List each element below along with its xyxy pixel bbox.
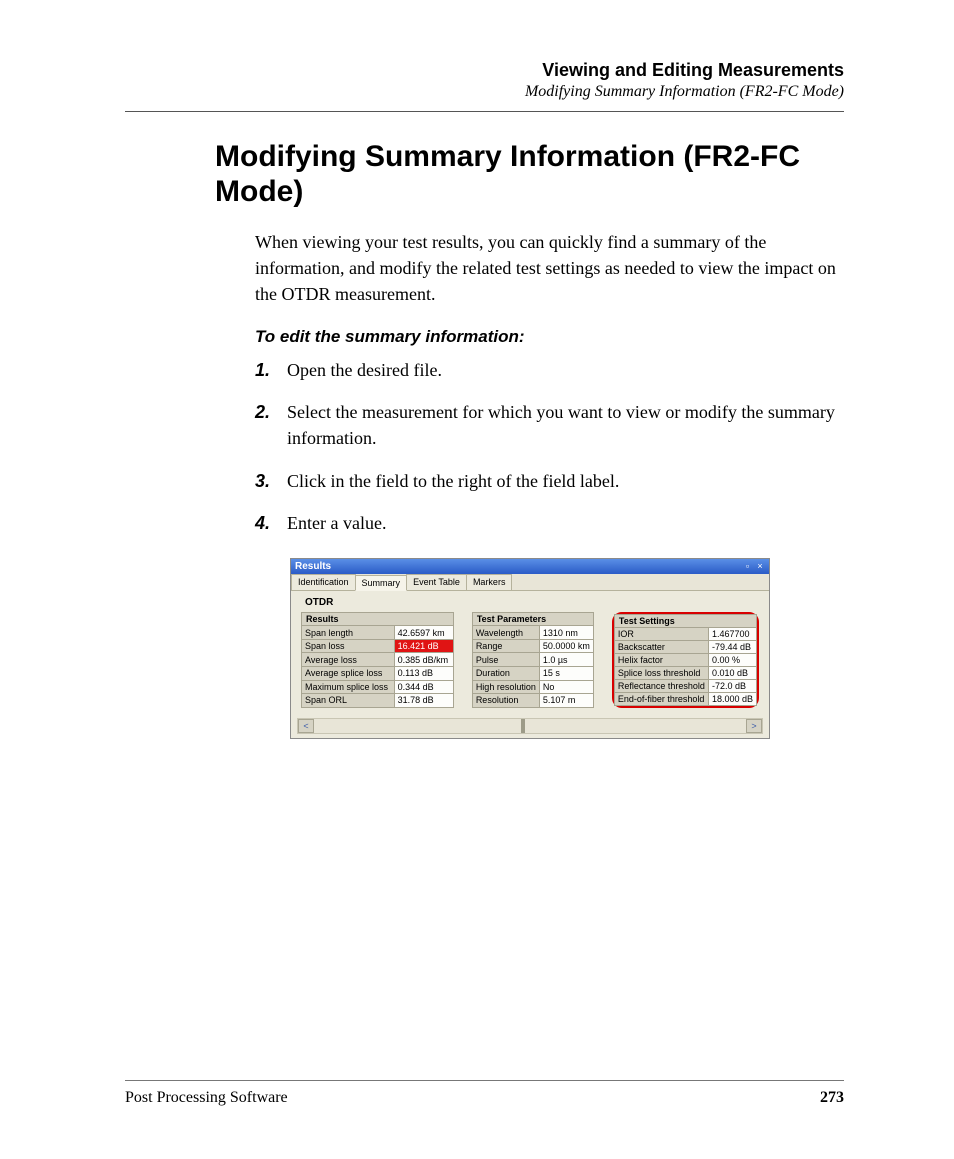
table-row: Average splice loss0.113 dB <box>302 667 454 681</box>
results-panel: Results ▫ × Identification Summary Event… <box>290 558 770 739</box>
field-value[interactable]: 1.0 µs <box>539 653 593 667</box>
field-value[interactable]: 0.010 dB <box>708 666 756 679</box>
header-rule <box>125 111 844 112</box>
test-parameters-header: Test Parameters <box>472 612 593 626</box>
step-item: Open the desired file. <box>255 357 844 383</box>
table-row: High resolutionNo <box>472 680 593 694</box>
field-value[interactable]: 15 s <box>539 667 593 681</box>
section-breadcrumb: Modifying Summary Information (FR2-FC Mo… <box>125 83 844 101</box>
table-row: Duration15 s <box>472 667 593 681</box>
field-value[interactable]: 42.6597 km <box>394 626 453 640</box>
table-row: IOR1.467700 <box>614 627 756 640</box>
table-row: Span length42.6597 km <box>302 626 454 640</box>
tab-markers[interactable]: Markers <box>466 574 513 590</box>
running-header: Viewing and Editing Measurements Modifyi… <box>125 60 844 101</box>
field-label: Helix factor <box>614 653 708 666</box>
field-label: IOR <box>614 627 708 640</box>
field-label: End-of-fiber threshold <box>614 692 708 705</box>
chapter-title: Viewing and Editing Measurements <box>125 60 844 81</box>
scroll-left-arrow[interactable]: < <box>298 719 314 733</box>
intro-paragraph: When viewing your test results, you can … <box>255 229 844 307</box>
page-number: 273 <box>820 1089 844 1107</box>
procedure-heading: To edit the summary information: <box>255 327 844 347</box>
table-row: End-of-fiber threshold18.000 dB <box>614 692 756 705</box>
table-row: Pulse1.0 µs <box>472 653 593 667</box>
window-controls: ▫ × <box>742 561 765 571</box>
footer-product: Post Processing Software <box>125 1089 288 1107</box>
table-row: Backscatter-79.44 dB <box>614 640 756 653</box>
test-parameters-table: Test Parameters Wavelength1310 nm Range5… <box>472 612 594 708</box>
field-label: High resolution <box>472 680 539 694</box>
field-label: Average loss <box>302 653 395 667</box>
field-label: Span length <box>302 626 395 640</box>
field-value[interactable]: 0.113 dB <box>394 667 453 681</box>
results-header: Results <box>302 612 454 626</box>
field-label: Reflectance threshold <box>614 679 708 692</box>
summary-tables-row: Results Span length42.6597 km Span loss1… <box>291 612 769 712</box>
step-item: Enter a value. <box>255 510 844 536</box>
field-value[interactable]: 1.467700 <box>708 627 756 640</box>
table-row: Reflectance threshold-72.0 dB <box>614 679 756 692</box>
test-settings-header: Test Settings <box>614 614 756 627</box>
field-value[interactable]: 0.385 dB/km <box>394 653 453 667</box>
field-label: Span loss <box>302 639 395 653</box>
procedure-steps: Open the desired file. Select the measur… <box>255 357 844 535</box>
field-label: Resolution <box>472 694 539 708</box>
tab-summary[interactable]: Summary <box>355 575 408 591</box>
page-footer: Post Processing Software 273 <box>125 1080 844 1107</box>
step-item: Click in the field to the right of the f… <box>255 468 844 494</box>
table-row: Span loss16.421 dB <box>302 639 454 653</box>
field-label: Wavelength <box>472 626 539 640</box>
table-row: Maximum splice loss0.344 dB <box>302 680 454 694</box>
test-settings-table: Test Settings IOR1.467700 Backscatter-79… <box>614 614 757 706</box>
tab-identification[interactable]: Identification <box>291 574 356 590</box>
page-heading: Modifying Summary Information (FR2-FC Mo… <box>215 140 844 209</box>
table-row: Span ORL31.78 dB <box>302 694 454 708</box>
field-label: Backscatter <box>614 640 708 653</box>
field-value[interactable]: 5.107 m <box>539 694 593 708</box>
field-value[interactable]: 50.0000 km <box>539 639 593 653</box>
tab-event-table[interactable]: Event Table <box>406 574 467 590</box>
field-value[interactable]: 1310 nm <box>539 626 593 640</box>
table-row: Resolution5.107 m <box>472 694 593 708</box>
field-label: Duration <box>472 667 539 681</box>
field-label: Splice loss threshold <box>614 666 708 679</box>
field-label: Range <box>472 639 539 653</box>
table-row: Splice loss threshold0.010 dB <box>614 666 756 679</box>
tabstrip: Identification Summary Event Table Marke… <box>291 574 769 591</box>
otdr-section-label: OTDR <box>291 591 769 612</box>
scroll-thumb[interactable] <box>521 719 525 733</box>
table-row: Helix factor0.00 % <box>614 653 756 666</box>
field-value[interactable]: -72.0 dB <box>708 679 756 692</box>
field-value[interactable]: 18.000 dB <box>708 692 756 705</box>
table-row: Average loss0.385 dB/km <box>302 653 454 667</box>
field-value[interactable]: 16.421 dB <box>394 639 453 653</box>
field-value[interactable]: -79.44 dB <box>708 640 756 653</box>
table-row: Range50.0000 km <box>472 639 593 653</box>
close-icon[interactable]: × <box>755 561 765 571</box>
field-value[interactable]: No <box>539 680 593 694</box>
horizontal-scrollbar[interactable]: < > <box>297 718 763 734</box>
field-label: Average splice loss <box>302 667 395 681</box>
field-value[interactable]: 0.344 dB <box>394 680 453 694</box>
panel-titlebar: Results ▫ × <box>291 559 769 574</box>
test-settings-highlight: Test Settings IOR1.467700 Backscatter-79… <box>612 612 759 708</box>
field-value[interactable]: 0.00 % <box>708 653 756 666</box>
table-row: Wavelength1310 nm <box>472 626 593 640</box>
scroll-right-arrow[interactable]: > <box>746 719 762 733</box>
results-table: Results Span length42.6597 km Span loss1… <box>301 612 454 708</box>
panel-title: Results <box>295 561 742 572</box>
field-label: Pulse <box>472 653 539 667</box>
step-item: Select the measurement for which you wan… <box>255 399 844 451</box>
pin-icon[interactable]: ▫ <box>742 561 752 571</box>
field-label: Maximum splice loss <box>302 680 395 694</box>
field-value[interactable]: 31.78 dB <box>394 694 453 708</box>
field-label: Span ORL <box>302 694 395 708</box>
document-page: Viewing and Editing Measurements Modifyi… <box>0 0 954 1159</box>
